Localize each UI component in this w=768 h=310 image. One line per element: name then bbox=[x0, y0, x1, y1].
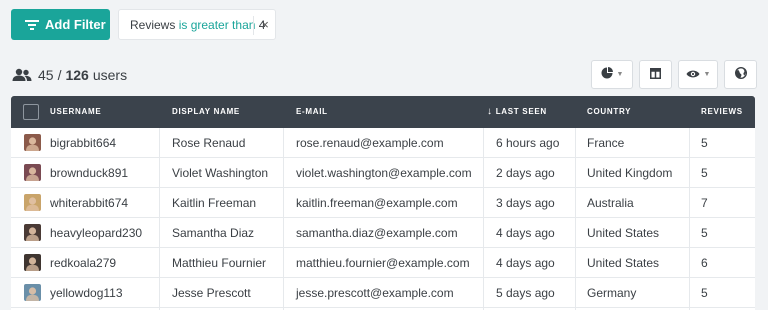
country-cell: United States bbox=[587, 256, 660, 270]
remove-filter-button[interactable]: × bbox=[258, 16, 272, 34]
column-divider bbox=[689, 128, 690, 310]
column-header-display-name[interactable]: DISPLAY NAME bbox=[172, 96, 240, 128]
eye-icon bbox=[686, 66, 700, 84]
username-cell: brownduck891 bbox=[50, 166, 129, 180]
filter-operator: is greater than bbox=[178, 17, 256, 32]
last-seen-cell: 4 days ago bbox=[496, 226, 555, 240]
last-seen-cell: 4 days ago bbox=[496, 256, 555, 270]
table-row[interactable]: redkoala279 Matthieu Fournier matthieu.fou… bbox=[11, 248, 755, 278]
country-cell: Germany bbox=[587, 286, 637, 300]
total-count: 126 bbox=[65, 67, 89, 83]
column-header-country[interactable]: COUNTRY bbox=[587, 96, 631, 128]
username-cell: whiterabbit674 bbox=[50, 196, 129, 210]
reviews-cell: 5 bbox=[701, 136, 708, 150]
add-filter-button[interactable]: Add Filter bbox=[11, 9, 110, 40]
email-cell: matthieu.fournier@example.com bbox=[296, 256, 470, 270]
last-seen-cell: 5 days ago bbox=[496, 286, 555, 300]
reviews-cell: 5 bbox=[701, 166, 708, 180]
column-layout-icon bbox=[650, 66, 661, 84]
display-name-cell: Samantha Diaz bbox=[172, 226, 255, 240]
last-seen-cell: 2 days ago bbox=[496, 166, 555, 180]
country-cell: France bbox=[587, 136, 625, 150]
column-header-last-seen[interactable]: ↓ LAST SEEN bbox=[487, 96, 547, 128]
table-row[interactable]: bigrabbit664 Rose Renaud rose.renaud@examp… bbox=[11, 128, 755, 158]
last-seen-cell: 3 days ago bbox=[496, 196, 555, 210]
country-cell: Australia bbox=[587, 196, 634, 210]
sort-desc-icon: ↓ bbox=[487, 106, 493, 117]
table-row[interactable]: heavyleopard230 Samantha Diaz samantha.dia… bbox=[11, 218, 755, 248]
email-cell: kaitlin.freeman@example.com bbox=[296, 196, 458, 210]
column-divider bbox=[159, 128, 160, 310]
username-cell: yellowdog113 bbox=[50, 286, 123, 300]
column-header-username[interactable]: USERNAME bbox=[50, 96, 101, 128]
chevron-down-icon: ▼ bbox=[616, 71, 624, 78]
chip-divider bbox=[253, 16, 254, 35]
email-cell: samantha.diaz@example.com bbox=[296, 226, 458, 240]
email-cell: violet.washington@example.com bbox=[296, 166, 472, 180]
user-count: 45 / 126 users bbox=[12, 66, 127, 84]
users-icon bbox=[12, 68, 32, 82]
globe-button[interactable] bbox=[724, 60, 757, 89]
display-name-cell: Kaitlin Freeman bbox=[172, 196, 257, 210]
reviews-cell: 5 bbox=[701, 286, 708, 300]
display-name-cell: Jesse Prescott bbox=[172, 286, 251, 300]
shown-count: 45 bbox=[38, 67, 54, 83]
table-row[interactable]: whiterabbit674 Kaitlin Freeman kaitlin.fre… bbox=[11, 188, 755, 218]
visibility-button[interactable]: ▼ bbox=[678, 60, 718, 89]
filter-icon bbox=[25, 19, 39, 31]
last-seen-cell: 6 hours ago bbox=[496, 136, 560, 150]
select-all-checkbox[interactable] bbox=[23, 104, 39, 120]
columns-button[interactable] bbox=[639, 60, 672, 89]
avatar bbox=[24, 224, 41, 241]
country-cell: United Kingdom bbox=[587, 166, 673, 180]
chevron-down-icon: ▼ bbox=[703, 71, 711, 78]
filter-field: Reviews bbox=[130, 17, 176, 32]
users-table: USERNAME DISPLAY NAME E-MAIL ↓ LAST SEEN … bbox=[11, 96, 755, 310]
chart-button[interactable]: ▼ bbox=[591, 60, 633, 89]
avatar bbox=[24, 194, 41, 211]
column-divider bbox=[575, 128, 576, 310]
count-separator: / bbox=[57, 67, 62, 83]
avatar bbox=[24, 164, 41, 181]
username-cell: bigrabbit664 bbox=[50, 136, 117, 150]
active-filter-chip[interactable]: Reviews is greater than 4 × bbox=[118, 9, 276, 40]
column-header-last-seen-label: LAST SEEN bbox=[495, 107, 547, 116]
reviews-cell: 7 bbox=[701, 196, 708, 210]
add-filter-label: Add Filter bbox=[45, 17, 106, 32]
display-name-cell: Violet Washington bbox=[172, 166, 269, 180]
globe-icon bbox=[734, 66, 747, 84]
email-cell: jesse.prescott@example.com bbox=[296, 286, 454, 300]
count-unit: users bbox=[92, 67, 128, 83]
column-divider bbox=[483, 128, 484, 310]
avatar bbox=[24, 134, 41, 151]
avatar bbox=[24, 284, 41, 301]
table-row[interactable]: brownduck891 Violet Washington violet.wash… bbox=[11, 158, 755, 188]
display-name-cell: Rose Renaud bbox=[172, 136, 246, 150]
table-header: USERNAME DISPLAY NAME E-MAIL ↓ LAST SEEN … bbox=[11, 96, 755, 128]
username-cell: redkoala279 bbox=[50, 256, 117, 270]
avatar bbox=[24, 254, 41, 271]
reviews-cell: 6 bbox=[701, 256, 708, 270]
column-header-reviews[interactable]: REVIEWS bbox=[701, 96, 743, 128]
country-cell: United States bbox=[587, 226, 660, 240]
table-row[interactable]: yellowdog113 Jesse Prescott jesse.prescott… bbox=[11, 278, 755, 308]
email-cell: rose.renaud@example.com bbox=[296, 136, 444, 150]
filter-chip-text: Reviews is greater than 4 bbox=[119, 18, 265, 32]
column-header-email[interactable]: E-MAIL bbox=[296, 96, 328, 128]
reviews-cell: 5 bbox=[701, 226, 708, 240]
display-name-cell: Matthieu Fournier bbox=[172, 256, 267, 270]
chart-icon bbox=[601, 66, 613, 84]
column-divider bbox=[283, 128, 284, 310]
username-cell: heavyleopard230 bbox=[50, 226, 143, 240]
